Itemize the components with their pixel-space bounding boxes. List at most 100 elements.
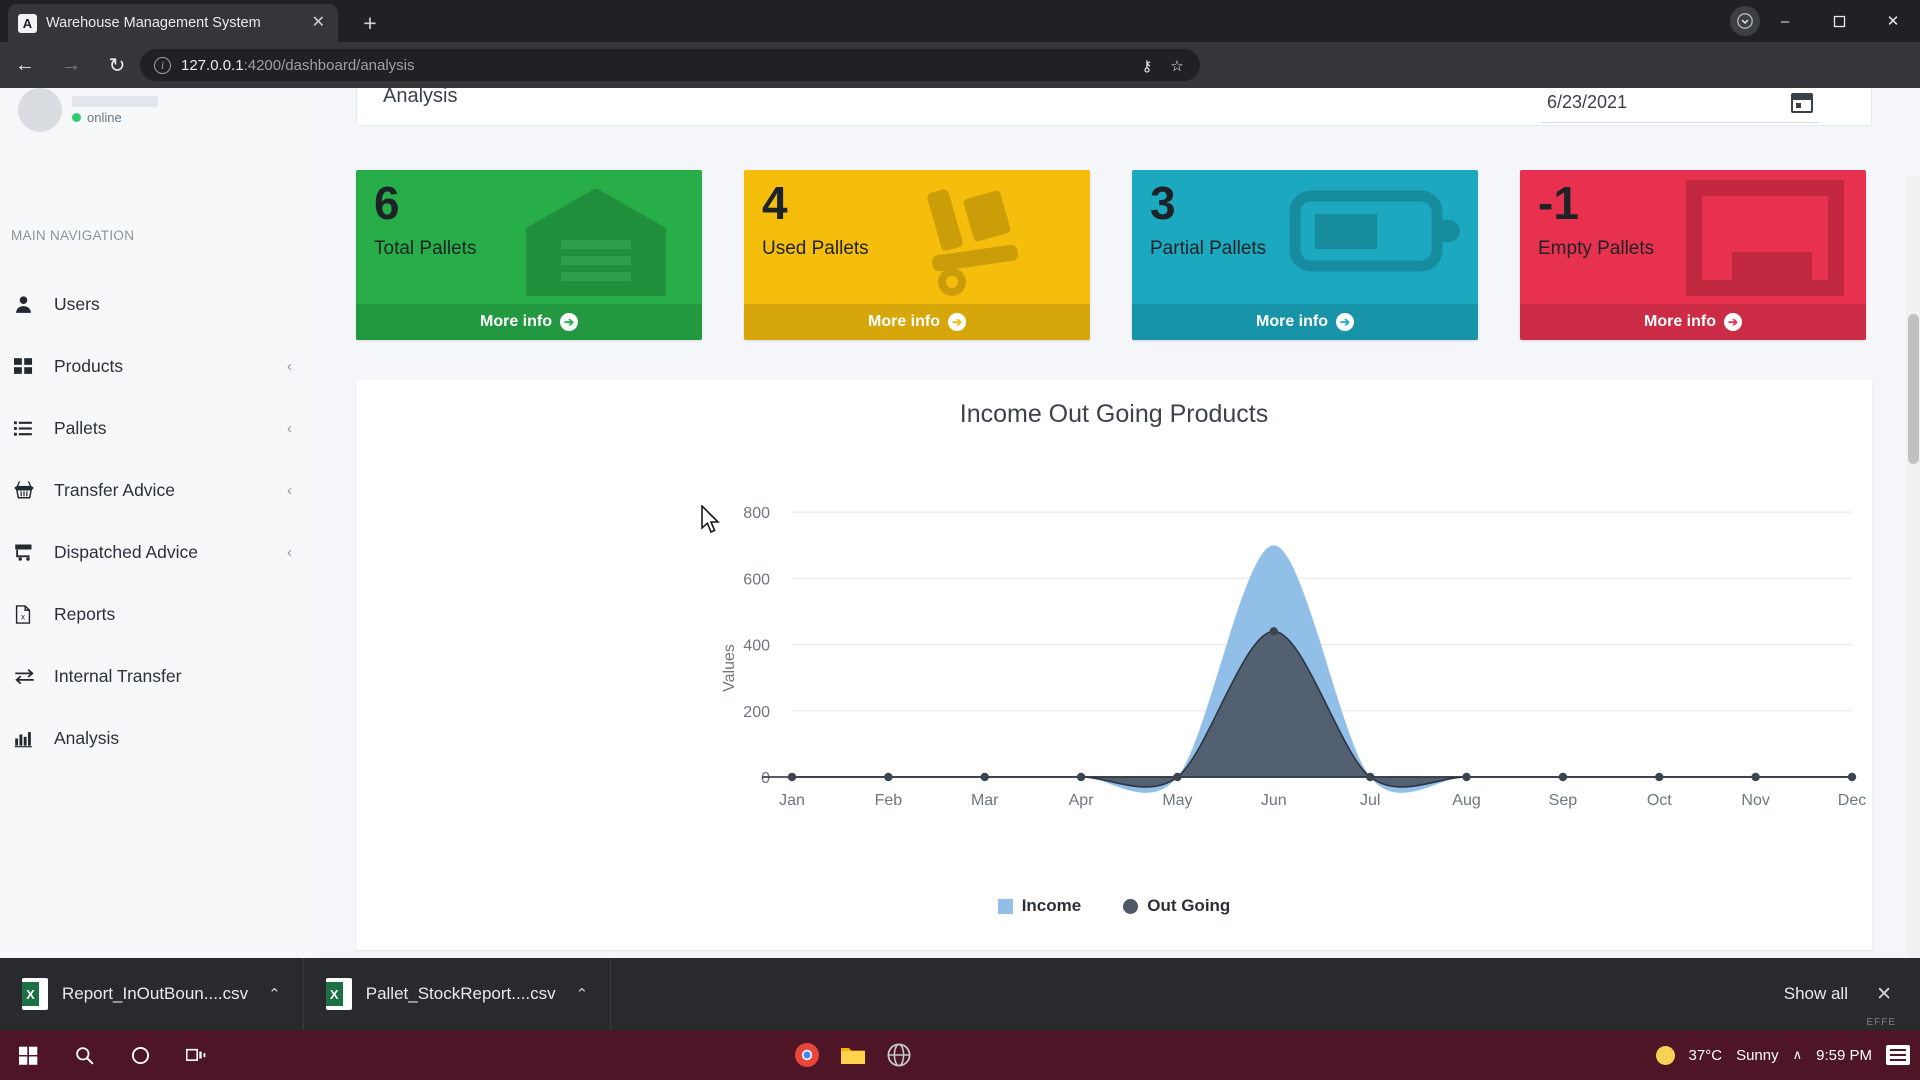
- download-filename: Pallet_StockReport....csv: [365, 984, 556, 1003]
- sidebar-item-pallets[interactable]: Pallets ‹: [0, 397, 314, 459]
- show-all-downloads-button[interactable]: Show all: [1784, 984, 1848, 1004]
- sidebar-item-reports[interactable]: x Reports: [0, 583, 314, 645]
- url-path: :4200/dashboard/analysis: [243, 56, 415, 74]
- more-info-label: More info: [1644, 313, 1716, 330]
- chevron-icon: ‹: [287, 543, 292, 561]
- sidebar-item-label: Internal Transfer: [54, 665, 182, 686]
- password-key-icon[interactable]: ⚷: [1134, 53, 1160, 79]
- download-item[interactable]: X Report_InOutBoun....csv ⌃: [0, 958, 304, 1030]
- arrow-right-circle-icon: ➔: [948, 313, 966, 331]
- file-excel-icon: x: [14, 604, 40, 624]
- close-downloads-bar-button[interactable]: ✕: [1876, 983, 1892, 1006]
- stat-value: 6: [374, 177, 400, 229]
- legend-item-outgoing[interactable]: Out Going: [1123, 896, 1230, 916]
- stat-label: Total Pallets: [374, 238, 477, 259]
- area-chart-svg[interactable]: 0 200 400 600 800 Values Jan Feb Mar Apr May Jun Jul…: [356, 429, 1872, 899]
- svg-text:Dec: Dec: [1838, 792, 1866, 809]
- file-explorer-taskbar-icon[interactable]: [836, 1038, 870, 1072]
- legend-label: Income: [1021, 896, 1082, 915]
- download-menu-chevron-icon[interactable]: ⌃: [576, 985, 589, 1003]
- sidebar-item-analysis[interactable]: Analysis: [0, 707, 314, 769]
- page-scrollbar[interactable]: [1906, 176, 1920, 958]
- more-info-link[interactable]: More info ➔: [1520, 304, 1866, 340]
- calendar-icon[interactable]: [1791, 92, 1813, 113]
- sidebar-user[interactable]: online: [18, 88, 158, 132]
- tray-expand-chevron-icon[interactable]: ∧: [1793, 1047, 1803, 1063]
- stat-card-partial-pallets[interactable]: 3 Partial Pallets More info ➔: [1132, 170, 1478, 340]
- user-icon: [14, 295, 40, 314]
- address-bar[interactable]: i 127.0.0.1:4200/dashboard/analysis ⚷ ☆: [140, 49, 1200, 81]
- stat-card-total-pallets[interactable]: 6 Total Pallets More info ➔: [356, 170, 702, 340]
- sidebar-item-dispatched-advice[interactable]: Dispatched Advice ‹: [0, 521, 314, 583]
- chart-title: Income Out Going Products: [959, 400, 1269, 428]
- taskbar-clock[interactable]: 9:59 PM: [1816, 1047, 1872, 1064]
- stat-label: Partial Pallets: [1150, 238, 1267, 259]
- chart-plot-area[interactable]: 0 200 400 600 800 Values Jan Feb Mar Apr May Jun Jul…: [356, 429, 1872, 899]
- window-close-button[interactable]: ✕: [1866, 0, 1920, 42]
- window-minimize-button[interactable]: –: [1758, 0, 1812, 42]
- stat-value: 4: [762, 177, 788, 229]
- address-bar-url: 127.0.0.1:4200/dashboard/analysis: [181, 57, 415, 74]
- window-maximize-button[interactable]: [1812, 0, 1866, 42]
- more-info-link[interactable]: More info ➔: [1132, 304, 1478, 340]
- tab-close-icon[interactable]: ✕: [309, 15, 328, 31]
- weather-temperature: 37°C: [1688, 1046, 1723, 1064]
- bookmark-star-icon[interactable]: ☆: [1164, 53, 1190, 79]
- taskbar-apps: [790, 1038, 916, 1072]
- download-item[interactable]: X Pallet_StockReport....csv ⌃: [304, 958, 612, 1030]
- maximize-icon: [1833, 15, 1845, 27]
- sidebar-item-label: Analysis: [54, 727, 120, 748]
- sidebar-item-label: Pallets: [54, 417, 107, 438]
- date-picker[interactable]: 6/23/2021: [1541, 88, 1819, 123]
- stat-card-used-pallets[interactable]: 4 Used Pallets More info ➔: [744, 170, 1090, 340]
- chevron-icon: ‹: [287, 481, 292, 499]
- legend-swatch-circle-icon: [1123, 898, 1139, 914]
- svg-text:Oct: Oct: [1647, 792, 1672, 809]
- downloads-bar: X Report_InOutBoun....csv ⌃ X Pallet_Sto…: [0, 958, 1920, 1030]
- more-info-link[interactable]: More info ➔: [744, 304, 1090, 340]
- chart-card: Income Out Going Products 0 200 400 600 800 V…: [356, 380, 1872, 950]
- svg-text:Values: Values: [721, 644, 738, 692]
- stat-card-empty-pallets[interactable]: -1 Empty Pallets More info ➔: [1520, 170, 1866, 340]
- forward-button[interactable]: →: [50, 44, 92, 86]
- more-info-link[interactable]: More info ➔: [356, 304, 702, 340]
- legend-item-income[interactable]: Income: [997, 896, 1082, 916]
- svg-text:x: x: [21, 611, 26, 621]
- bar-chart-icon: [14, 729, 40, 748]
- chart-legend: Income Out Going: [356, 896, 1872, 916]
- stat-cards: 6 Total Pallets More info ➔ 4 Used Palle…: [356, 170, 1872, 340]
- sidebar-item-users[interactable]: Users: [0, 273, 314, 335]
- chevron-icon: ‹: [287, 419, 292, 437]
- stat-label: Used Pallets: [762, 238, 869, 259]
- sidebar-item-transfer-advice[interactable]: Transfer Advice ‹: [0, 459, 314, 521]
- shopping-cart-icon: [14, 542, 40, 562]
- excel-file-icon: X: [325, 978, 352, 1010]
- download-menu-chevron-icon[interactable]: ⌃: [268, 985, 281, 1003]
- cortana-circle-icon[interactable]: [112, 1030, 168, 1080]
- action-center-icon[interactable]: [1886, 1045, 1910, 1065]
- nav-heading: MAIN NAVIGATION: [11, 228, 135, 243]
- reload-button[interactable]: ↻: [96, 44, 138, 86]
- back-button[interactable]: ←: [4, 44, 46, 86]
- scrollbar-thumb[interactable]: [1908, 314, 1919, 464]
- site-info-icon[interactable]: i: [154, 56, 171, 74]
- battery-half-icon: [1287, 178, 1462, 288]
- windows-start-icon[interactable]: [0, 1030, 56, 1080]
- chrome-taskbar-icon[interactable]: [790, 1038, 824, 1072]
- sidebar-item-internal-transfer[interactable]: Internal Transfer: [0, 645, 314, 707]
- watermark: EFFE: [1866, 1017, 1896, 1028]
- new-tab-button[interactable]: +: [355, 9, 385, 39]
- weather-description: Sunny: [1736, 1046, 1779, 1064]
- sidebar-item-label: Dispatched Advice: [54, 541, 198, 562]
- browser-tab[interactable]: A Warehouse Management System ✕: [8, 4, 338, 42]
- task-view-icon[interactable]: [168, 1030, 224, 1080]
- sidebar-item-products[interactable]: Products ‹: [0, 335, 314, 397]
- page-viewport: online MAIN NAVIGATION Users Products ‹ …: [0, 88, 1920, 958]
- profile-chip[interactable]: [1730, 6, 1760, 36]
- svg-text:200: 200: [743, 704, 770, 721]
- more-info-label: More info: [868, 313, 940, 330]
- online-dot-icon: [72, 112, 81, 122]
- search-icon[interactable]: [56, 1030, 112, 1080]
- browser-taskbar-icon[interactable]: [882, 1038, 916, 1072]
- sidebar-item-label: Products: [54, 355, 124, 376]
